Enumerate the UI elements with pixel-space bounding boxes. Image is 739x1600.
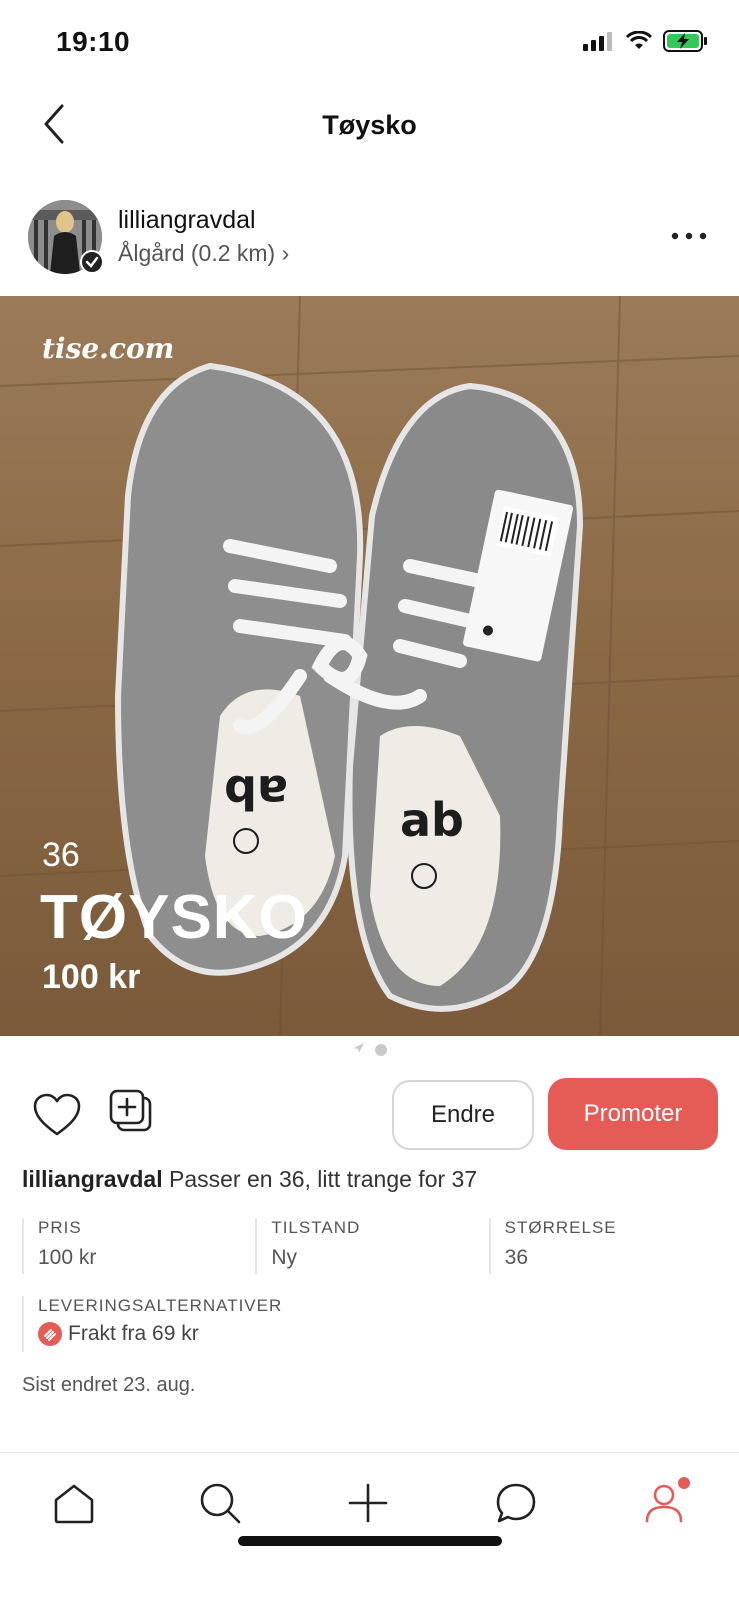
detail-label: PRIS	[38, 1218, 82, 1237]
verified-badge-icon	[80, 250, 104, 274]
detail-condition: TILSTAND Ny	[255, 1218, 488, 1274]
status-icons	[583, 30, 709, 57]
status-bar: 19:10	[0, 0, 739, 88]
overlay-size: 36	[42, 836, 80, 874]
chat-icon	[496, 1483, 536, 1523]
wifi-icon	[625, 30, 653, 56]
watermark: tise.com	[42, 332, 175, 365]
add-to-collection-button[interactable]	[108, 1088, 156, 1136]
description-username[interactable]: lilliangravdal	[22, 1166, 163, 1192]
notification-dot	[678, 1477, 690, 1489]
seller-location[interactable]: Ålgård (0.2 km) ›	[118, 240, 289, 267]
tab-add[interactable]	[338, 1473, 398, 1533]
page-title: Tøysko	[322, 110, 417, 140]
detail-size: STØRRELSE 36	[488, 1218, 722, 1274]
page-dot[interactable]	[374, 1044, 387, 1056]
tab-profile[interactable]	[634, 1473, 694, 1533]
promote-button[interactable]: Promoter	[548, 1078, 718, 1150]
description-text: Passer en 36, litt trange for 37	[162, 1166, 478, 1192]
plus-icon	[348, 1483, 388, 1523]
delivery-options: LEVERINGSALTERNATIVER Frakt fra 69 kr	[22, 1296, 522, 1352]
seller-row: lilliangravdal Ålgård (0.2 km) ›	[0, 196, 739, 296]
detail-label: STØRRELSE	[504, 1218, 617, 1237]
status-time: 19:10	[56, 26, 131, 57]
svg-text:ab: ab	[400, 793, 464, 847]
location-arrow-icon	[353, 1041, 365, 1059]
tab-home[interactable]	[44, 1473, 104, 1533]
last-edited: Sist endret 23. aug.	[22, 1374, 196, 1396]
svg-text:ab: ab	[224, 765, 288, 819]
overlay-price: 100 kr	[42, 958, 141, 996]
bottom-tab-bar	[0, 1452, 739, 1562]
more-options-button[interactable]	[669, 226, 709, 246]
description: lilliangravdal Passer en 36, litt trange…	[22, 1166, 722, 1193]
detail-value: 100 kr	[38, 1246, 97, 1269]
action-row: Endre Promoter	[0, 1078, 739, 1152]
delivery-text: Frakt fra 69 kr	[68, 1322, 199, 1345]
edit-button[interactable]: Endre	[392, 1080, 534, 1150]
tab-messages[interactable]	[486, 1473, 546, 1533]
detail-value: Ny	[271, 1246, 297, 1269]
detail-label: TILSTAND	[271, 1218, 361, 1237]
home-indicator	[238, 1536, 502, 1546]
add-to-collection-icon	[109, 1089, 152, 1132]
battery-charging-icon	[663, 30, 709, 57]
search-icon	[200, 1483, 241, 1524]
more-horizontal-icon	[671, 232, 707, 240]
nav-header: Tøysko	[0, 88, 739, 188]
detail-price: PRIS 100 kr	[22, 1218, 255, 1274]
detail-value: 36	[504, 1246, 529, 1269]
tab-search[interactable]	[190, 1473, 250, 1533]
seller-username[interactable]: lilliangravdal	[118, 206, 256, 235]
cellular-signal-icon	[583, 31, 615, 56]
like-button[interactable]	[32, 1092, 82, 1138]
overlay-title: TØYSKO	[40, 883, 308, 952]
image-page-indicator	[0, 1042, 739, 1058]
delivery-label: LEVERINGSALTERNATIVER	[38, 1296, 283, 1315]
details-grid: PRIS 100 kr TILSTAND Ny STØRRELSE 36	[22, 1218, 722, 1274]
delivery-value: Frakt fra 69 kr	[38, 1322, 522, 1346]
product-image[interactable]: ab ab tise.com 36 TØYSKO 100 kr	[0, 296, 739, 1036]
home-icon	[54, 1484, 94, 1524]
shipping-icon	[38, 1322, 62, 1346]
heart-icon	[33, 1093, 81, 1136]
